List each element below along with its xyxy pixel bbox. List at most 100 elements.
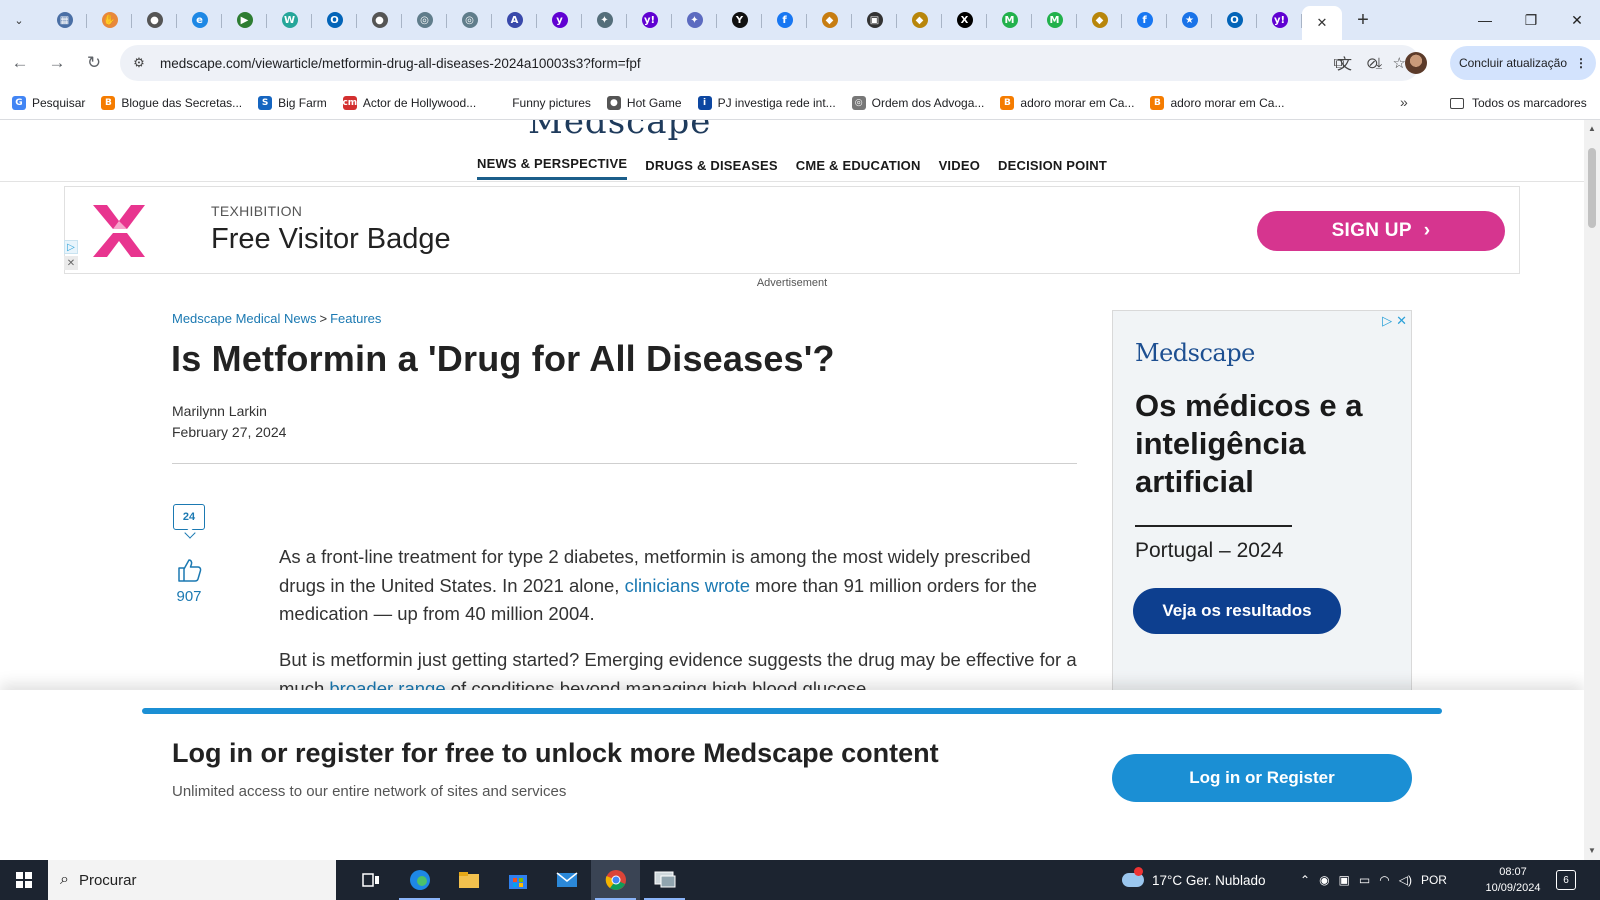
taskbar-search[interactable]: ⌕ Procurar [48,860,336,900]
sidebar-ad[interactable]: ▷ ✕ Medscape Os médicos e a inteligência… [1112,310,1412,710]
active-tab[interactable]: ✕ [1302,6,1342,40]
browser-tab[interactable]: ✋ [87,4,132,36]
browser-tab[interactable]: ▣ [852,4,897,36]
comments-button[interactable]: 24 [173,504,205,530]
browser-tab[interactable]: y [537,4,582,36]
bookmark-item[interactable]: G Pesquisar [12,95,85,110]
site-nav-item[interactable]: CME & EDUCATION [796,150,921,180]
banner-ad[interactable]: TEXHIBITION Free Visitor Badge SIGN UP › [64,186,1520,274]
site-nav-item[interactable]: VIDEO [939,150,980,180]
extensions-icon[interactable]: ⧉ [1325,49,1353,77]
browser-tab[interactable]: M [1032,4,1077,36]
battery-icon[interactable]: ▭ [1359,873,1370,887]
bookmark-item[interactable]: S Big Farm [258,95,327,110]
bookmarks-overflow-icon[interactable]: » [1400,94,1408,110]
browser-tab[interactable]: ◆ [1077,4,1122,36]
bookmark-item[interactable]: Badoro morar em Ca... [1150,95,1284,110]
tab-search-button[interactable]: ⌄ [6,7,32,33]
language-indicator[interactable]: POR [1421,873,1447,887]
close-tab-icon[interactable]: ✕ [1317,15,1328,31]
site-logo-partial[interactable]: Medscape [528,120,711,142]
clock[interactable]: 08:07 10/09/2024 [1478,864,1548,896]
browser-tab[interactable]: ▶ [222,4,267,36]
task-view-button[interactable] [346,860,395,900]
back-button[interactable]: ← [3,46,37,80]
browser-tab[interactable]: ◆ [897,4,942,36]
site-nav-item[interactable]: DECISION POINT [998,150,1107,180]
wifi-icon[interactable]: ◠ [1379,873,1389,887]
site-nav-item[interactable]: NEWS & PERSPECTIVE [476,150,628,180]
scroll-up-icon[interactable]: ▲ [1588,124,1596,133]
notifications-icon[interactable]: 6 [1556,870,1576,890]
ad-info-icon[interactable]: ▷ [64,240,78,254]
site-info-icon[interactable]: ⚙ [126,50,152,76]
page-scrollbar[interactable]: ▲ ▼ [1584,120,1600,860]
avatar[interactable] [1405,52,1427,74]
start-button[interactable] [0,860,48,900]
forward-button[interactable]: → [40,46,74,80]
remote-desktop-app[interactable] [640,860,689,900]
browser-tab[interactable]: Y [717,4,762,36]
see-results-button[interactable]: Veja os resultados [1133,588,1341,634]
bookmark-item[interactable]: ◎ Ordem dos Advoga... [851,95,984,110]
mail-app[interactable] [542,860,591,900]
volume-icon[interactable]: ◁) [1399,873,1412,887]
browser-tab[interactable]: y! [1257,4,1302,36]
ad-info-icon[interactable]: ▷ [1382,313,1392,329]
browser-tab[interactable]: ◎ [402,4,447,36]
browser-tab[interactable]: ◎ [447,4,492,36]
scroll-thumb[interactable] [1588,148,1596,228]
breadcrumb-link[interactable]: Medscape Medical News [172,311,317,326]
close-window-button[interactable]: ✕ [1554,0,1600,40]
record-icon[interactable]: ◉ [1319,873,1329,887]
store-app[interactable] [493,860,542,900]
browser-tab[interactable]: f [1122,4,1167,36]
browser-tab[interactable]: ✦ [672,4,717,36]
bookmark-item[interactable]: Funny pictures [492,95,591,110]
thumbs-up-icon[interactable] [175,556,203,584]
address-bar[interactable]: ⚙ medscape.com/viewarticle/metformin-dru… [120,45,1420,81]
minimize-button[interactable]: — [1462,0,1508,40]
browser-tab[interactable]: e [177,4,222,36]
browser-tab[interactable]: ★ [1167,4,1212,36]
url-text[interactable]: medscape.com/viewarticle/metformin-drug-… [160,56,641,71]
browser-tab[interactable]: ▦ [42,4,87,36]
browser-tab[interactable]: ◆ [807,4,852,36]
ad-close-icon[interactable]: ✕ [1396,313,1407,329]
restore-button[interactable]: ❐ [1508,0,1554,40]
browser-tab[interactable]: ● [357,4,402,36]
ad-close-icon[interactable]: ✕ [64,256,78,270]
browser-tab[interactable]: y! [627,4,672,36]
weather-widget[interactable]: 17°C Ger. Nublado [1122,860,1265,900]
browser-tab[interactable]: X [942,4,987,36]
browser-tab[interactable]: ● [132,4,177,36]
login-register-button[interactable]: Log in or Register [1112,754,1412,802]
bookmark-item[interactable]: Badoro morar em Ca... [1000,95,1134,110]
all-bookmarks-button[interactable]: Todos os marcadores [1450,86,1587,120]
bookmark-item[interactable]: B Blogue das Secretas... [101,95,242,110]
bookmark-item[interactable]: i PJ investiga rede int... [697,95,836,110]
browser-tab[interactable]: O [1212,4,1257,36]
new-tab-button[interactable]: + [1348,5,1378,35]
chevron-up-icon[interactable]: ⌃ [1300,873,1310,887]
update-button[interactable]: Concluir atualização ⋮ [1450,46,1596,80]
reload-button[interactable]: ↻ [77,46,111,80]
author-name[interactable]: Marilynn Larkin [172,403,267,419]
breadcrumb-link[interactable]: Features [330,311,381,326]
signup-button[interactable]: SIGN UP › [1257,211,1505,251]
site-nav-item[interactable]: DRUGS & DISEASES [645,150,778,180]
chrome-app[interactable] [591,860,640,900]
browser-tab[interactable]: ✦ [582,4,627,36]
clinicians-wrote-link[interactable]: clinicians wrote [625,575,750,596]
browser-tab[interactable]: W [267,4,312,36]
meet-icon[interactable]: ▣ [1339,873,1350,887]
file-explorer-app[interactable] [444,860,493,900]
bookmark-item[interactable]: ● Hot Game [606,95,682,110]
scroll-down-icon[interactable]: ▼ [1588,846,1596,855]
bookmark-item[interactable]: cm Actor de Hollywood... [342,95,476,110]
browser-tab[interactable]: M [987,4,1032,36]
browser-tab[interactable]: O [312,4,357,36]
browser-tab[interactable]: f [762,4,807,36]
download-icon[interactable]: ⤓ [1365,49,1393,77]
browser-tab[interactable]: A [492,4,537,36]
